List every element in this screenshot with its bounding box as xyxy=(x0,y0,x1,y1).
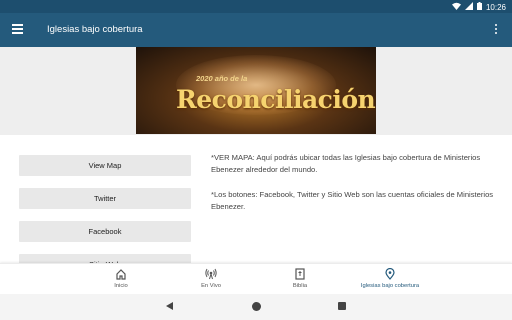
home-icon xyxy=(115,267,127,280)
nav-item-en-vivo[interactable]: En Vivo xyxy=(166,267,256,293)
nav-label-inicio: Inicio xyxy=(114,283,128,289)
banner-image: 2020 año de la Reconciliación xyxy=(136,47,376,134)
banner-headline: Reconciliación xyxy=(176,85,376,114)
facebook-button[interactable]: Facebook xyxy=(19,221,191,242)
banner-area: 2020 año de la Reconciliación xyxy=(0,47,512,135)
website-button[interactable]: Sitio Web xyxy=(19,254,191,263)
main-content: View Map Twitter Facebook Sitio Web *VER… xyxy=(0,135,512,263)
bible-icon xyxy=(294,267,306,280)
view-map-button[interactable]: View Map xyxy=(19,155,191,176)
wifi-icon xyxy=(451,2,461,12)
nav-item-inicio[interactable]: Inicio xyxy=(76,267,166,293)
map-description: *VER MAPA: Aquí podrás ubicar todas las … xyxy=(211,153,481,174)
social-description: *Los botones: Facebook, Twitter y Sitio … xyxy=(211,190,494,211)
bottom-navigation: Inicio En Vivo Biblia Iglesias bajo cobe… xyxy=(0,263,512,295)
twitter-button[interactable]: Twitter xyxy=(19,188,191,209)
menu-icon[interactable] xyxy=(12,24,24,36)
signal-icon xyxy=(464,2,473,12)
status-icons: 10:26 xyxy=(451,2,506,12)
nav-label-iglesias: Iglesias bajo cobertura xyxy=(360,283,420,289)
home-button-icon[interactable] xyxy=(252,302,261,311)
battery-icon xyxy=(476,2,482,12)
nav-label-en-vivo: En Vivo xyxy=(201,283,221,289)
location-pin-icon xyxy=(384,267,396,280)
app-bar: Iglesias bajo cobertura xyxy=(0,13,512,47)
back-icon[interactable] xyxy=(166,302,173,310)
banner-subtitle: 2020 año de la xyxy=(196,74,248,83)
status-time: 10:26 xyxy=(485,2,506,12)
recent-apps-icon[interactable] xyxy=(338,302,346,310)
live-broadcast-icon xyxy=(205,267,217,280)
more-options-icon[interactable] xyxy=(494,24,498,36)
status-bar: 10:26 xyxy=(0,0,512,13)
nav-item-iglesias[interactable]: Iglesias bajo cobertura xyxy=(345,267,435,293)
nav-item-biblia[interactable]: Biblia xyxy=(255,267,345,293)
page-title: Iglesias bajo cobertura xyxy=(47,24,143,35)
nav-label-biblia: Biblia xyxy=(292,283,308,289)
system-navigation-bar xyxy=(0,294,512,320)
